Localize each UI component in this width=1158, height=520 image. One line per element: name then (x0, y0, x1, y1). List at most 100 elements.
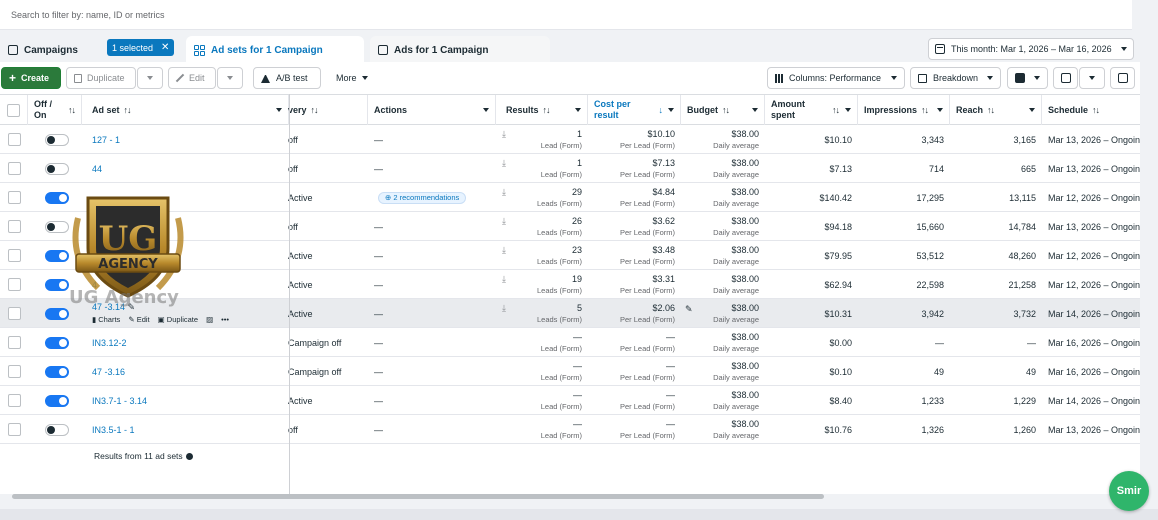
header-amount-spent[interactable]: Amount spent ↑↓ (765, 95, 858, 125)
budget-cell: $38.00 Daily average (681, 183, 765, 212)
reach-value: 13,115 (1009, 192, 1036, 203)
copy-icon (74, 73, 82, 83)
table-row[interactable]: 47 -3.16 Campaign off — — Lead (Form) — Per Le… (0, 357, 1140, 386)
ad-set-name[interactable]: 44 (92, 164, 276, 174)
row-select-cell (0, 270, 28, 299)
table-row[interactable]: IN3.7-1 - 3.14 Active — — Lead (Form) — Per Le… (0, 386, 1140, 415)
budget-type: Daily average (713, 315, 759, 324)
info-icon[interactable] (185, 453, 193, 460)
header-off-on[interactable]: Off / On ↑↓ (28, 95, 82, 125)
duplicate-action[interactable]: ▣ Duplicate (158, 315, 198, 324)
row-checkbox[interactable] (7, 278, 21, 291)
ad-set-name-cell: 127 - 1 (86, 125, 282, 154)
export-button[interactable] (1053, 67, 1078, 89)
row-checkbox[interactable] (7, 365, 21, 378)
header-reach[interactable]: Reach ↑↓ (950, 95, 1042, 125)
results-cell: — Lead (Form) (500, 328, 588, 357)
search-input[interactable] (0, 0, 1132, 30)
results-type: Leads (Form) (536, 228, 582, 237)
header-cost-per-result[interactable]: Cost per result ↓ (588, 95, 681, 125)
ad-set-name[interactable]: 47 -3.16 (92, 367, 276, 377)
cost-value: $3.48 (652, 245, 675, 255)
row-checkbox[interactable] (7, 394, 21, 407)
more-button[interactable]: More (328, 67, 376, 89)
row-checkbox[interactable] (7, 220, 21, 233)
columns-button[interactable]: Columns: Performance (767, 67, 905, 89)
header-delivery[interactable]: very ↑↓ (282, 95, 368, 125)
sort-icon: ↑↓ (310, 104, 319, 115)
actions-cell: — (368, 415, 496, 444)
spent-cell: $8.40 (765, 386, 858, 415)
row-checkbox[interactable] (7, 162, 21, 175)
ad-set-name[interactable]: IN3.12-2 (92, 338, 276, 348)
edit-action-label: Edit (136, 315, 150, 324)
row-checkbox[interactable] (7, 249, 21, 262)
header-budget[interactable]: Budget ↑↓ (681, 95, 765, 125)
close-icon[interactable]: ✕ (161, 42, 169, 53)
cost-value: — (666, 332, 675, 342)
results-value: — (573, 332, 582, 342)
on-off-toggle[interactable] (45, 162, 69, 175)
row-checkbox[interactable] (7, 191, 21, 204)
export-menu-button[interactable] (1079, 67, 1105, 89)
delivery-cell: off (282, 154, 368, 183)
tab-ads[interactable]: Ads for 1 Campaign (370, 36, 550, 64)
header-impressions[interactable]: Impressions ↑↓ (858, 95, 950, 125)
recommendations-badge[interactable]: ⊕ 2 recommendations (378, 191, 467, 204)
actions-cell: — (368, 241, 496, 270)
cost-type: Per Lead (Form) (619, 344, 675, 353)
header-results[interactable]: Results ↑↓ (500, 95, 588, 125)
on-off-toggle[interactable] (45, 133, 69, 146)
on-off-toggle[interactable] (45, 307, 69, 320)
chevron-down-icon (147, 76, 153, 80)
duplicate-menu-button[interactable] (137, 67, 163, 89)
budget-type: Daily average (713, 402, 759, 411)
on-off-toggle[interactable] (45, 365, 69, 378)
horizontal-scrollbar[interactable] (12, 494, 824, 499)
header-ad-set[interactable]: Ad set ↑↓ (86, 95, 289, 125)
budget-cell: $38.00 Daily average (681, 357, 765, 386)
edit-button[interactable]: Edit (168, 67, 216, 89)
on-off-toggle[interactable] (45, 423, 69, 436)
duplicate-button[interactable]: Duplicate (66, 67, 136, 89)
on-off-toggle[interactable] (45, 394, 69, 407)
row-checkbox[interactable] (7, 133, 21, 146)
ad-set-name[interactable]: 127 - 1 (92, 135, 276, 145)
toggle-knob (59, 367, 67, 376)
row-checkbox[interactable] (7, 423, 21, 436)
reports-button[interactable] (1007, 67, 1048, 89)
more-actions[interactable]: ••• (221, 315, 229, 324)
date-range-picker[interactable]: This month: Mar 1, 2026 – Mar 16, 2026 (928, 38, 1134, 60)
spent-cell: $10.31 (765, 299, 858, 328)
spent-cell: $79.95 (765, 241, 858, 270)
chat-widget-button[interactable]: Smir (1109, 471, 1149, 511)
pencil-icon[interactable]: ✎ (685, 304, 693, 315)
chevron-down-icon (668, 108, 674, 112)
tab-ad-sets[interactable]: Ad sets for 1 Campaign (186, 36, 364, 64)
impressions-value: 22,598 (916, 279, 944, 290)
row-checkbox[interactable] (7, 336, 21, 349)
on-off-toggle[interactable] (45, 336, 69, 349)
header-schedule[interactable]: Schedule ↑↓ (1042, 95, 1140, 125)
ab-test-button[interactable]: A/B test (253, 67, 321, 89)
edit-menu-button[interactable] (217, 67, 243, 89)
selected-chip[interactable]: 1 selected ✕ (107, 39, 175, 56)
header-actions[interactable]: Actions (368, 95, 496, 125)
ad-set-name[interactable]: IN3.7-1 - 3.14 (92, 396, 276, 406)
edit-action[interactable]: ✎ Edit (128, 315, 149, 324)
breakdown-button[interactable]: Breakdown (910, 67, 1001, 89)
table-row[interactable]: IN3.5-1 - 1 off — — Lead (Form) — Per Lead (Fo… (0, 415, 1140, 444)
row-toggle-cell (28, 328, 86, 357)
ad-set-name[interactable]: IN3.5-1 - 1 (92, 425, 276, 435)
select-all-checkbox[interactable] (7, 103, 20, 117)
charts-action[interactable]: ▮ Charts (92, 315, 120, 324)
row-checkbox[interactable] (7, 307, 21, 320)
charts-toggle-button[interactable] (1110, 67, 1135, 89)
row-select-cell (0, 328, 28, 357)
table-row[interactable]: IN3.12-2 Campaign off — — Lead (Form) — Per Le… (0, 328, 1140, 357)
create-button[interactable]: + Create (1, 67, 61, 89)
table-row[interactable]: 127 - 1 off — ⤓ 1 Lead (Form) $10.10 Per Lead (… (0, 125, 1140, 154)
delivery-status: Active (288, 395, 313, 406)
results-value: — (573, 390, 582, 400)
preview-icon[interactable]: ▨ (206, 315, 213, 324)
